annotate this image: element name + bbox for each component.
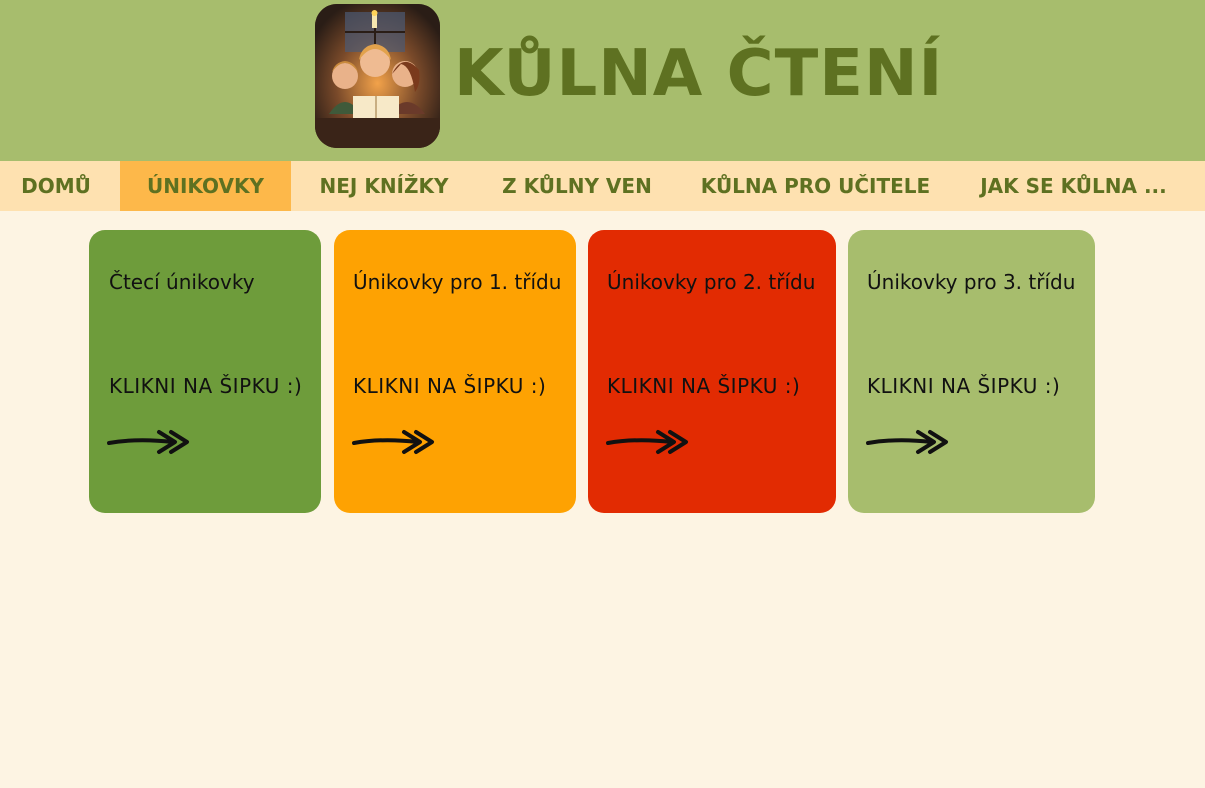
arrow-right-icon[interactable] xyxy=(866,428,950,456)
site-header: KŮLNA ČTENÍ xyxy=(0,0,1205,161)
arrow-right-icon[interactable] xyxy=(606,428,690,456)
card-cta: KLIKNI NA ŠIPKU :) xyxy=(867,374,1061,398)
card-title: Únikovky pro 3. třídu xyxy=(867,270,1076,294)
nav-item-kulna-pro-ucitele[interactable]: KŮLNA PRO UČITELE xyxy=(692,161,939,211)
card-cta: KLIKNI NA ŠIPKU :) xyxy=(607,374,801,398)
nav-item-unikovky[interactable]: ÚNIKOVKY xyxy=(120,161,291,211)
nav-item-nej-knizky[interactable]: NEJ KNÍŽKY xyxy=(305,161,463,211)
arrow-right-icon[interactable] xyxy=(107,428,191,456)
card-unikovky-1-tridu[interactable]: Únikovky pro 1. třídu KLIKNI NA ŠIPKU :) xyxy=(334,230,576,513)
card-title: Čtecí únikovky xyxy=(109,270,255,294)
arrow-right-icon[interactable] xyxy=(352,428,436,456)
children-reading-illustration xyxy=(315,4,440,148)
site-title: KŮLNA ČTENÍ xyxy=(454,37,944,111)
nav-item-jak-se-kulna[interactable]: JAK SE KŮLNA ... xyxy=(970,161,1177,211)
card-unikovky-2-tridu[interactable]: Únikovky pro 2. třídu KLIKNI NA ŠIPKU :) xyxy=(588,230,836,513)
card-cta: KLIKNI NA ŠIPKU :) xyxy=(109,374,303,398)
site-logo[interactable] xyxy=(315,4,440,148)
card-unikovky-3-tridu[interactable]: Únikovky pro 3. třídu KLIKNI NA ŠIPKU :) xyxy=(848,230,1095,513)
nav-item-domu[interactable]: DOMŮ xyxy=(0,161,112,211)
nav-item-z-kulny-ven[interactable]: Z KŮLNY VEN xyxy=(494,161,660,211)
main-nav: DOMŮ ÚNIKOVKY NEJ KNÍŽKY Z KŮLNY VEN KŮL… xyxy=(0,161,1205,211)
card-cteci-unikovky[interactable]: Čtecí únikovky KLIKNI NA ŠIPKU :) xyxy=(89,230,321,513)
card-cta: KLIKNI NA ŠIPKU :) xyxy=(353,374,547,398)
card-title: Únikovky pro 1. třídu xyxy=(353,270,562,294)
card-title: Únikovky pro 2. třídu xyxy=(607,270,816,294)
